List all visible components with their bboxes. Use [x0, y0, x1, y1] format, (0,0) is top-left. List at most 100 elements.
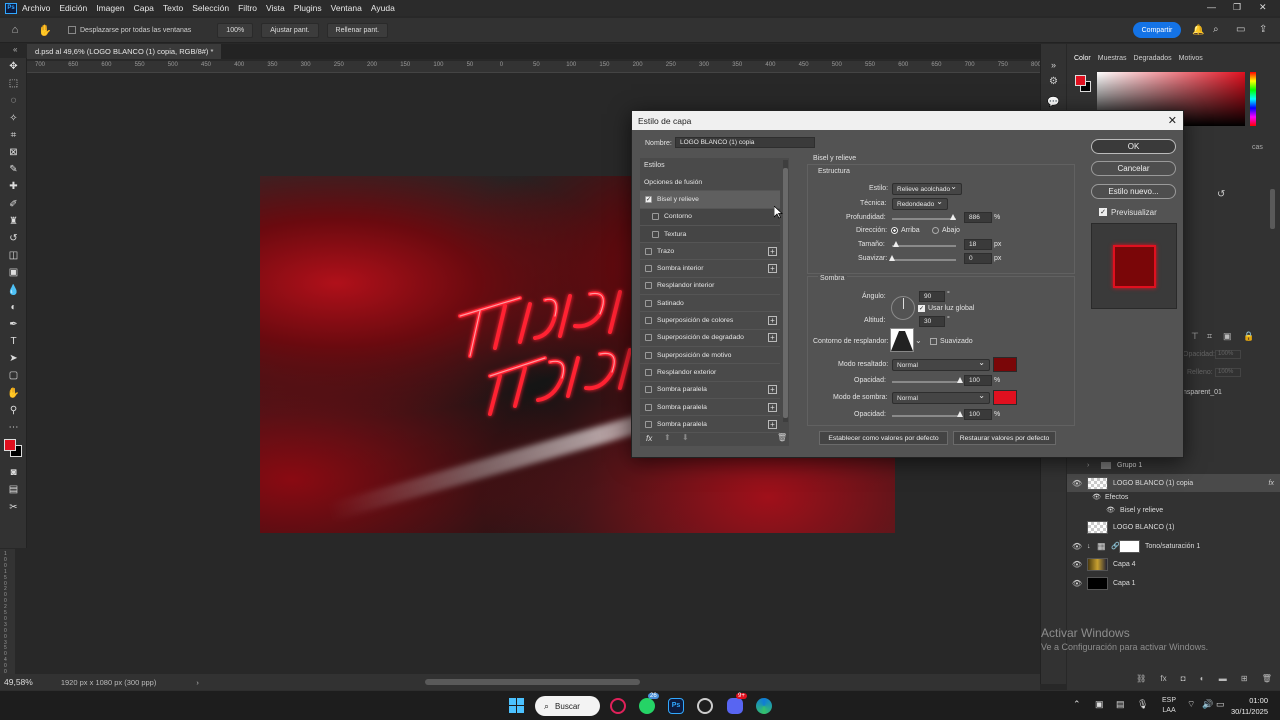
- restore-default-button[interactable]: Restaurar valores por defecto: [953, 431, 1056, 445]
- ok-button[interactable]: OK: [1091, 139, 1176, 154]
- edit-toolbar-icon[interactable]: ✂: [0, 499, 27, 516]
- fx-indicator[interactable]: fx: [1269, 480, 1274, 487]
- layer-row-capa-4[interactable]: 👁 Capa 4: [1067, 555, 1280, 573]
- tecnica-select[interactable]: Redondeado: [892, 197, 948, 210]
- profundidad-knob[interactable]: [949, 214, 956, 220]
- add-effect-icon[interactable]: +: [768, 316, 777, 326]
- styles-scrollbar-track[interactable]: [783, 160, 788, 422]
- style-checkbox[interactable]: [645, 334, 652, 342]
- zoom-level[interactable]: 49,58%: [4, 677, 33, 687]
- workspace-icon[interactable]: ▭: [1236, 24, 1245, 35]
- style-checkbox[interactable]: [645, 351, 652, 359]
- menu-ayuda[interactable]: Ayuda: [371, 3, 395, 13]
- styles-header[interactable]: Estilos: [644, 162, 665, 169]
- screen-mode-icon[interactable]: ▤: [0, 481, 27, 498]
- home-icon[interactable]: ⌂: [0, 24, 30, 36]
- rectangle-tool-icon[interactable]: ▢: [0, 367, 27, 384]
- eye-icon[interactable]: 👁: [1067, 493, 1101, 501]
- tab-degradados[interactable]: Degradados: [1134, 55, 1172, 62]
- fx-menu-icon[interactable]: fx: [646, 434, 652, 443]
- style-checkbox[interactable]: [652, 213, 659, 221]
- suavizar-slider[interactable]: [889, 255, 956, 261]
- style-checkbox[interactable]: [645, 403, 652, 411]
- menu-filtro[interactable]: Filtro: [238, 3, 257, 13]
- antialias-checkbox[interactable]: [930, 338, 937, 345]
- close-icon[interactable]: ✕: [1168, 114, 1177, 127]
- style-item[interactable]: ✓ Bisel y relieve: [640, 191, 780, 209]
- history-brush-icon[interactable]: ↺: [0, 230, 27, 247]
- style-checkbox[interactable]: [652, 230, 659, 238]
- style-item[interactable]: Opciones de fusión: [640, 174, 780, 192]
- eye-icon[interactable]: 👁: [1067, 542, 1087, 551]
- add-effect-icon[interactable]: +: [768, 264, 777, 274]
- abajo-radio[interactable]: [932, 227, 939, 234]
- lasso-tool-icon[interactable]: ◌: [0, 92, 27, 109]
- delete-effect-icon[interactable]: 🗑: [777, 433, 787, 442]
- panel-collapse-icon[interactable]: »: [1041, 60, 1066, 70]
- style-item[interactable]: Sombra paralela +: [640, 382, 780, 399]
- eyedropper-tool-icon[interactable]: ✎: [0, 161, 27, 178]
- battery-icon[interactable]: ▭: [1216, 699, 1225, 710]
- comments-icon[interactable]: 💬: [1041, 97, 1066, 108]
- pen-tool-icon[interactable]: ✒: [0, 316, 27, 333]
- color-swatches[interactable]: [0, 436, 26, 464]
- opacity1-knob[interactable]: [957, 377, 963, 383]
- layer-row-logo[interactable]: LOGO BLANCO (1): [1067, 518, 1280, 536]
- blur-tool-icon[interactable]: 💧: [0, 281, 27, 298]
- style-item[interactable]: Sombra paralela +: [640, 399, 780, 417]
- frame-tool-icon[interactable]: ⊠: [0, 144, 27, 161]
- opacity1-slider[interactable]: [892, 377, 963, 383]
- fill-screen-button[interactable]: Rellenar pant.: [326, 22, 389, 38]
- suavizar-knob[interactable]: [889, 255, 895, 261]
- zoom-tool-icon[interactable]: ⚲: [0, 402, 27, 419]
- link-layers-icon[interactable]: ⛓: [1136, 674, 1146, 686]
- lock-all-icon[interactable]: 🔒: [1243, 331, 1254, 342]
- menu-imagen[interactable]: Imagen: [96, 3, 124, 13]
- menu-texto[interactable]: Texto: [163, 3, 183, 13]
- stamp-tool-icon[interactable]: ♜: [0, 213, 27, 230]
- profundidad-field[interactable]: 886: [964, 212, 992, 223]
- profundidad-slider[interactable]: [892, 214, 956, 220]
- photoshop-taskbar-icon[interactable]: Ps: [668, 698, 684, 714]
- opacity1-field[interactable]: 100: [964, 375, 992, 386]
- angle-dial[interactable]: [891, 296, 915, 320]
- tamano-knob[interactable]: [893, 241, 900, 247]
- menu-seleccion[interactable]: Selección: [192, 3, 229, 13]
- microphone-icon[interactable]: 🎙: [1137, 699, 1148, 710]
- style-item[interactable]: Resplandor interior: [640, 278, 780, 296]
- arriba-radio[interactable]: [891, 227, 898, 234]
- style-item[interactable]: Textura: [640, 225, 780, 244]
- opacity2-knob[interactable]: [957, 411, 963, 417]
- style-item[interactable]: Superposición de colores +: [640, 312, 780, 330]
- wifi-icon[interactable]: ⌔: [1187, 699, 1195, 710]
- menu-archivo[interactable]: Archivo: [22, 3, 50, 13]
- adjustment-layer-icon[interactable]: ◐: [1200, 674, 1205, 686]
- quick-mask-icon[interactable]: ◙: [0, 464, 27, 481]
- clock[interactable]: 01:00 30/11/2025: [1228, 695, 1268, 717]
- global-light-checkbox[interactable]: ✓: [918, 305, 925, 312]
- panel-foreground-swatch[interactable]: [1075, 75, 1086, 86]
- menu-vista[interactable]: Vista: [266, 3, 285, 13]
- modo-sombra-select[interactable]: Normal: [892, 391, 990, 404]
- panel-scrollbar[interactable]: [1270, 189, 1275, 229]
- name-field[interactable]: LOGO BLANCO (1) copia: [675, 137, 815, 148]
- opacity2-slider[interactable]: [892, 411, 963, 417]
- style-checkbox[interactable]: ✓: [645, 195, 652, 203]
- eye-icon[interactable]: 👁: [1067, 560, 1087, 569]
- tab-color[interactable]: Color: [1074, 55, 1091, 62]
- minimize-icon[interactable]: —: [1207, 2, 1216, 12]
- tab-muestras[interactable]: Muestras: [1098, 55, 1127, 62]
- gradient-tool-icon[interactable]: ▣: [0, 264, 27, 281]
- new-group-icon[interactable]: ▬: [1219, 674, 1227, 686]
- layer-effects-row[interactable]: 👁 Efectos: [1067, 490, 1280, 504]
- eye-icon[interactable]: 👁: [1067, 579, 1087, 588]
- tab-motivos[interactable]: Motivos: [1179, 55, 1203, 62]
- suavizar-field[interactable]: 0: [964, 253, 992, 264]
- estilo-select[interactable]: Relieve acolchado: [892, 182, 962, 195]
- angulo-field[interactable]: 90: [919, 291, 945, 302]
- fit-screen-button[interactable]: Ajustar pant.: [261, 22, 319, 38]
- scroll-all-checkbox[interactable]: [68, 26, 76, 34]
- dodge-tool-icon[interactable]: ◐: [0, 299, 27, 316]
- collapse-icon[interactable]: «: [13, 45, 17, 54]
- altitud-field[interactable]: 30: [919, 316, 945, 327]
